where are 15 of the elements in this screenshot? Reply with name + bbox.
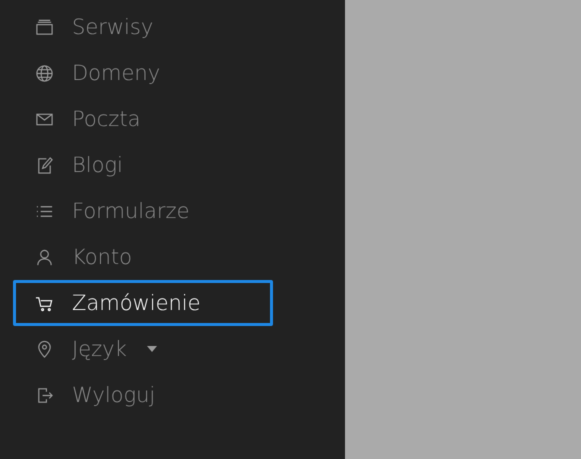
- menu-item[interactable]: Konto: [13, 234, 273, 280]
- menu-item[interactable]: Serwisy: [13, 4, 273, 50]
- globe-icon: [35, 64, 54, 82]
- edit-icon: [35, 156, 54, 174]
- menu-item[interactable]: Zamówienie: [13, 280, 273, 326]
- menu-item[interactable]: Wyloguj: [13, 372, 273, 418]
- menu-item[interactable]: Blogi: [13, 142, 273, 188]
- menu-item[interactable]: Formularze: [13, 188, 273, 234]
- location-pin-icon: [35, 340, 54, 358]
- menu-item[interactable]: Domeny: [13, 50, 273, 96]
- stack-icon: [35, 18, 54, 36]
- menu-item[interactable]: Poczta: [13, 96, 273, 142]
- menu-item[interactable]: Język: [13, 326, 273, 372]
- logout-icon: [35, 386, 54, 404]
- user-icon: [35, 248, 54, 266]
